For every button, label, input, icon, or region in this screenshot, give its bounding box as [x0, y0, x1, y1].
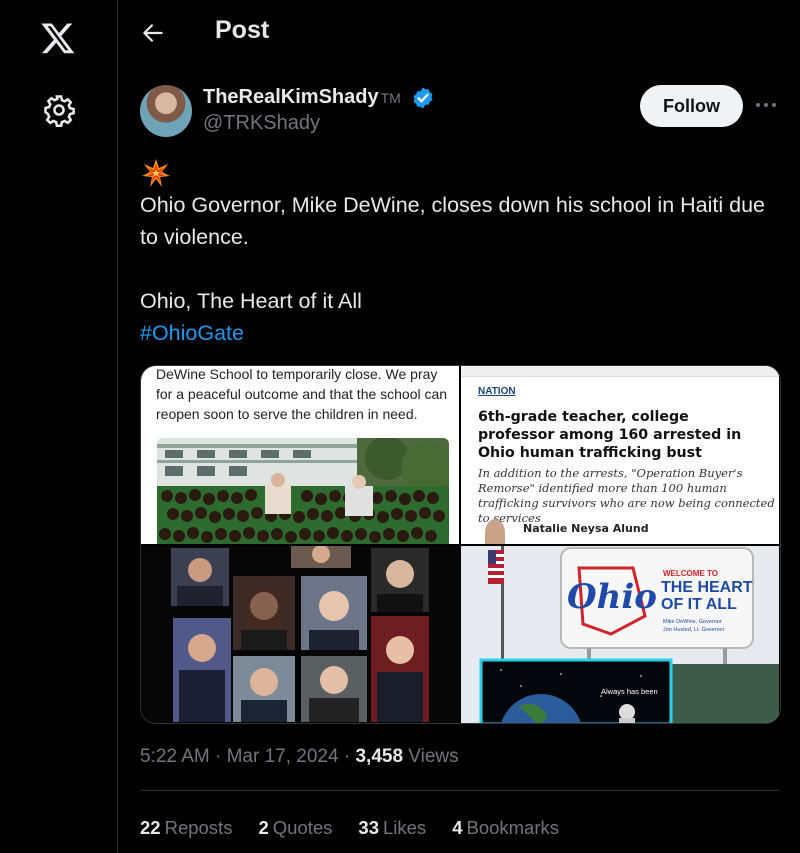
reposts-label: Reposts	[164, 817, 233, 838]
hashtag-link[interactable]: #OhioGate	[140, 321, 244, 345]
media-grid: DeWine School to temporarily close. We p…	[140, 365, 781, 724]
portrait	[171, 548, 229, 606]
us-flag	[488, 550, 504, 584]
article-subhead: In addition to the arrests, "Operation B…	[478, 466, 775, 525]
likes-stat[interactable]: 33 Likes	[358, 817, 426, 839]
portrait	[233, 656, 295, 722]
post-detail: Post TheRealKimShady TM @TRKShady Follow …	[118, 0, 800, 853]
sign-heart-text: THE HEART	[661, 579, 753, 596]
page-title: Post	[215, 16, 270, 44]
sign-welcome-text: WELCOME TO	[663, 569, 718, 578]
likes-count: 33	[358, 817, 379, 838]
portrait	[173, 618, 231, 722]
left-nav-rail	[0, 0, 118, 853]
back-arrow-icon[interactable]	[140, 20, 166, 46]
x-logo-icon[interactable]	[40, 20, 76, 56]
portrait	[371, 616, 429, 722]
more-options-icon[interactable]	[755, 100, 777, 110]
media-image-portrait-collage[interactable]	[141, 546, 459, 723]
portrait	[291, 546, 351, 568]
portrait	[233, 576, 295, 650]
verified-badge-icon	[413, 87, 433, 109]
author-handle[interactable]: @TRKShady	[203, 112, 320, 135]
portrait	[301, 576, 367, 650]
views-label: Views	[408, 746, 459, 767]
portrait	[371, 548, 429, 612]
article-section-label: NATION	[478, 386, 516, 397]
collision-emoji-icon	[142, 159, 170, 187]
post-date[interactable]: Mar 17, 2024	[227, 746, 339, 767]
author-display-name[interactable]: TheRealKimShady TM	[203, 86, 401, 109]
display-name-text: TheRealKimShady	[203, 86, 379, 108]
author-photo	[485, 519, 505, 544]
sign-credit-governor: Mike DeWine, Governor	[663, 619, 722, 625]
reposts-count: 22	[140, 817, 161, 838]
views-count: 3,458	[355, 746, 404, 767]
quotes-stat[interactable]: 2 Quotes	[258, 817, 332, 839]
image-caption: DeWine School to temporarily close. We p…	[156, 366, 448, 422]
media-image-ohio-sign[interactable]: Ohio WELCOME TO THE HEART OF IT ALL Mike…	[461, 546, 779, 723]
quotes-label: Quotes	[272, 817, 333, 838]
follow-button[interactable]: Follow	[640, 85, 743, 127]
article-headline: 6th-grade teacher, college professor amo…	[478, 409, 742, 461]
post-text: Ohio Governor, Mike DeWine, closes down …	[140, 189, 780, 349]
school-children-photo	[157, 438, 449, 544]
post-text-line: Ohio Governor, Mike DeWine, closes down …	[140, 193, 765, 249]
bookmarks-label: Bookmarks	[466, 817, 560, 838]
avatar[interactable]	[140, 85, 192, 137]
media-image-news-article[interactable]: NATION 6th-grade teacher, college profes…	[461, 366, 779, 544]
divider	[140, 790, 780, 791]
reposts-stat[interactable]: 22 Reposts	[140, 817, 232, 839]
bookmarks-stat[interactable]: 4 Bookmarks	[452, 817, 559, 839]
ohio-sign-graphic: Ohio WELCOME TO THE HEART OF IT ALL Mike…	[461, 546, 779, 723]
portrait-collage-graphic	[141, 546, 459, 723]
post-time[interactable]: 5:22 AM	[140, 746, 210, 767]
gear-icon[interactable]	[42, 93, 76, 127]
quotes-count: 2	[258, 817, 269, 838]
portrait	[301, 656, 367, 722]
trademark-label: TM	[380, 90, 401, 106]
bookmarks-count: 4	[452, 817, 463, 838]
likes-label: Likes	[382, 817, 427, 838]
sign-credit-lt-governor: Jon Husted, Lt. Governor	[663, 627, 725, 633]
article-author: Natalie Neysa Alund	[523, 522, 649, 535]
post-text-line: Ohio, The Heart of it All	[140, 289, 362, 313]
post-timestamp-row: 5:22 AM · Mar 17, 2024 · 3,458 Views	[140, 746, 459, 767]
sign-all-text: OF IT ALL	[661, 596, 737, 613]
meme-overlay-text: Always has been	[601, 687, 658, 696]
media-image-school[interactable]: DeWine School to temporarily close. We p…	[141, 366, 459, 544]
article-top-strip	[461, 366, 779, 377]
sign-ohio-word: Ohio	[567, 577, 657, 617]
engagement-stats: 22 Reposts 2 Quotes 33 Likes 4 Bookmarks	[140, 817, 559, 839]
